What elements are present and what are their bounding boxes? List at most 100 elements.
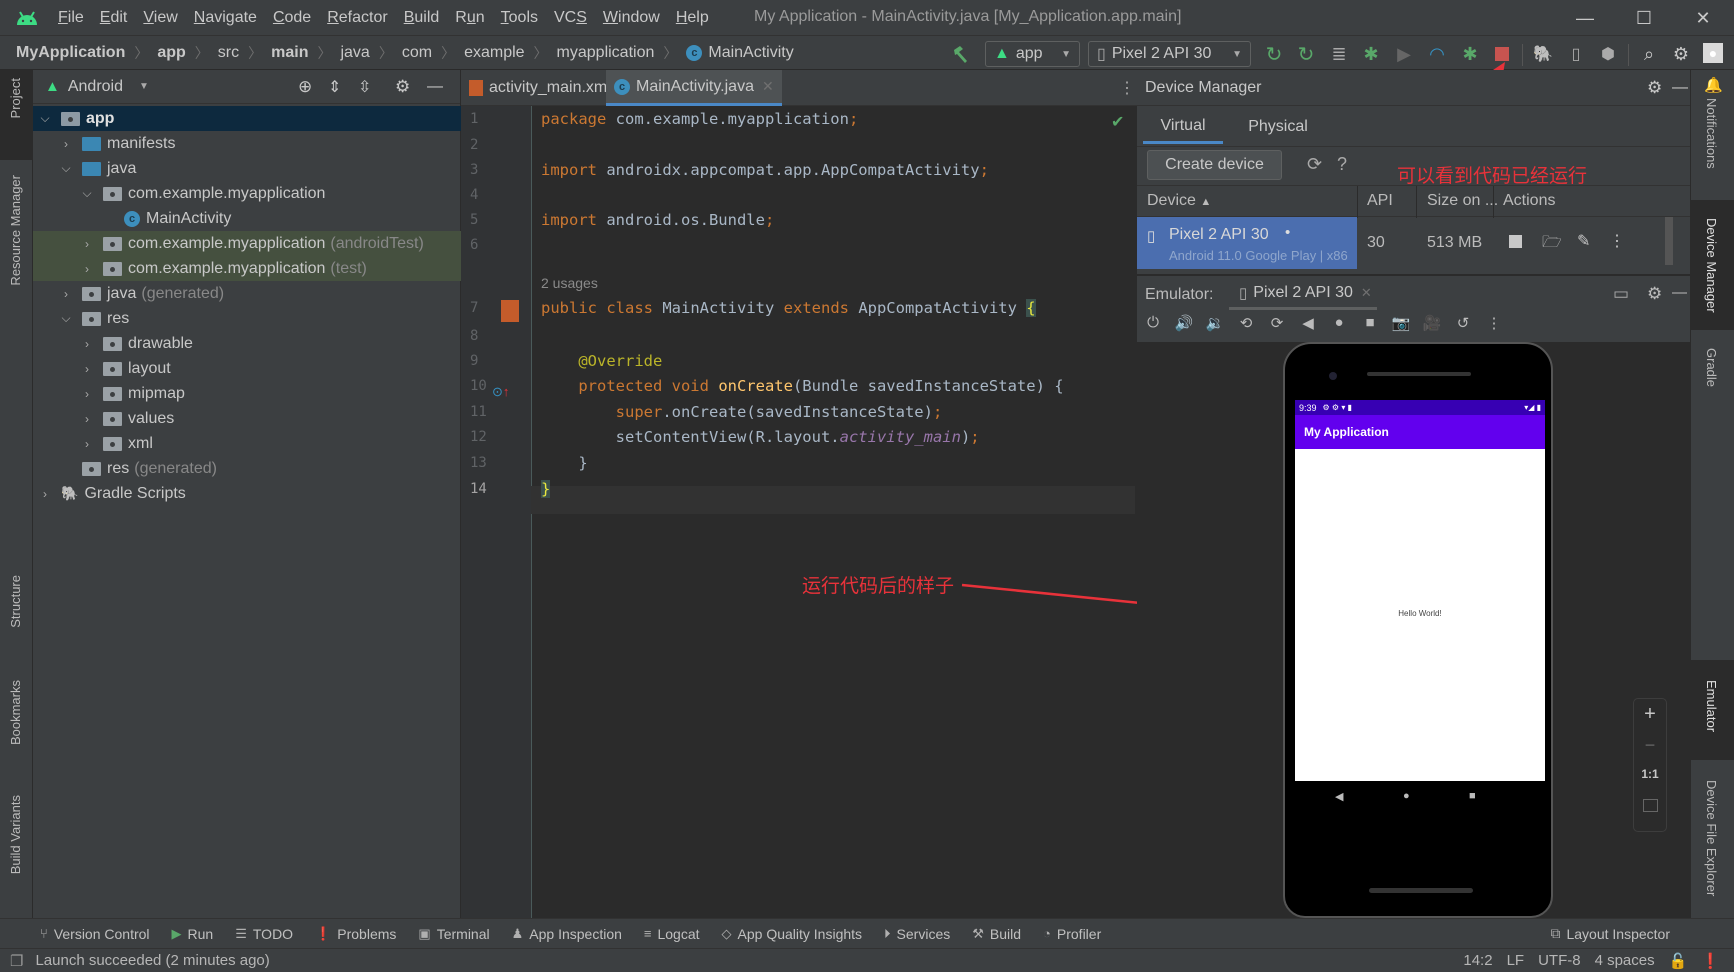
column-size[interactable]: Size on ... bbox=[1427, 192, 1498, 210]
tool-logcat[interactable]: ≡ Logcat bbox=[644, 926, 700, 942]
scrollbar[interactable] bbox=[1665, 217, 1673, 265]
menu-file[interactable]: File bbox=[58, 9, 84, 27]
zoom-actual-size-button[interactable]: 1:1 bbox=[1634, 767, 1666, 781]
hide-icon[interactable]: — bbox=[1672, 79, 1688, 97]
hammer-icon[interactable] bbox=[950, 43, 972, 65]
menu-tools[interactable]: Tools bbox=[501, 9, 538, 27]
chevron-down-icon[interactable]: ⌵ bbox=[60, 311, 72, 326]
menu-window[interactable]: Window bbox=[603, 9, 660, 27]
project-view-selector[interactable]: Android bbox=[68, 78, 123, 96]
menu-edit[interactable]: Edit bbox=[100, 9, 128, 27]
menu-build[interactable]: Build bbox=[404, 9, 440, 27]
power-icon[interactable]: ⏻ bbox=[1143, 314, 1163, 332]
device-row[interactable]: ▯ Pixel 2 API 30 • Android 11.0 Google P… bbox=[1137, 217, 1690, 269]
gear-icon[interactable]: ⚙ bbox=[1647, 284, 1662, 304]
chevron-right-icon[interactable]: › bbox=[81, 387, 93, 401]
breadcrumb-item[interactable]: java bbox=[340, 44, 369, 62]
tree-item[interactable]: › values bbox=[33, 406, 461, 431]
tab-project[interactable]: Project bbox=[8, 78, 23, 118]
code-line[interactable]: @Override bbox=[541, 352, 662, 370]
tree-item[interactable]: ⌵ app bbox=[33, 106, 461, 131]
override-marker-icon[interactable]: ⊙↑ bbox=[492, 384, 509, 400]
debug-icon[interactable]: ✱ bbox=[1360, 43, 1382, 65]
chevron-down-icon[interactable]: ⌵ bbox=[81, 186, 93, 201]
tool-todo[interactable]: ☰ TODO bbox=[235, 926, 293, 942]
tree-item[interactable]: › com.example.myapplication (test) bbox=[33, 256, 461, 281]
tool-run[interactable]: ▶ Run bbox=[172, 926, 214, 942]
apply-changes-restart-icon[interactable]: ↻ bbox=[1263, 43, 1285, 66]
tab-gradle[interactable]: Gradle bbox=[1704, 348, 1719, 387]
tab-main-activity-java[interactable]: c MainActivity.java ✕ bbox=[606, 70, 782, 106]
tree-item[interactable]: › manifests bbox=[33, 131, 461, 156]
home-icon[interactable]: ● bbox=[1329, 314, 1349, 332]
avatar[interactable]: ● bbox=[1703, 43, 1723, 63]
status-message[interactable]: Launch succeeded (2 minutes ago) bbox=[35, 952, 269, 969]
emulator-tab[interactable]: ▯ Pixel 2 API 30 ✕ bbox=[1229, 278, 1377, 310]
code-line[interactable]: public class MainActivity extends AppCom… bbox=[541, 299, 1036, 317]
tab-bookmarks[interactable]: Bookmarks bbox=[8, 680, 23, 745]
tree-item[interactable]: › drawable bbox=[33, 331, 461, 356]
code-line[interactable]: package com.example.myapplication; bbox=[541, 110, 858, 128]
tool-services[interactable]: ⏵ Services bbox=[884, 926, 950, 942]
breadcrumb-item[interactable]: MyApplication bbox=[16, 44, 125, 62]
chevron-right-icon[interactable]: › bbox=[60, 137, 72, 151]
menu-refactor[interactable]: Refactor bbox=[327, 9, 387, 27]
line-separator[interactable]: LF bbox=[1507, 952, 1525, 969]
gear-icon[interactable]: ⚙ bbox=[1647, 78, 1662, 98]
run-config-dropdown[interactable]: ▲ app ▼ bbox=[985, 41, 1080, 67]
tab-device-manager[interactable]: Device Manager bbox=[1704, 218, 1719, 313]
stop-device-icon[interactable] bbox=[1509, 235, 1522, 248]
open-folder-icon[interactable]: 🗁 bbox=[1542, 231, 1562, 258]
chevron-right-icon[interactable]: › bbox=[81, 437, 93, 451]
tab-device-file-explorer[interactable]: Device File Explorer bbox=[1704, 780, 1719, 896]
column-device[interactable]: Device ▲ bbox=[1147, 192, 1211, 210]
rotate-right-icon[interactable]: ⟳ bbox=[1267, 314, 1287, 332]
tool-problems[interactable]: ❗ Problems bbox=[315, 926, 396, 942]
event-log-icon[interactable]: ❗ bbox=[1701, 952, 1720, 970]
lock-icon[interactable]: 🔓 bbox=[1669, 952, 1688, 970]
tab-emulator[interactable]: Emulator bbox=[1704, 680, 1719, 732]
zoom-out-button[interactable]: − bbox=[1634, 735, 1666, 756]
code-line[interactable]: } bbox=[541, 454, 587, 472]
tab-notifications[interactable]: Notifications bbox=[1704, 98, 1719, 169]
help-icon[interactable]: ? bbox=[1337, 154, 1347, 175]
menu-view[interactable]: View bbox=[143, 9, 177, 27]
chevron-down-icon[interactable]: ⌵ bbox=[60, 161, 72, 176]
breadcrumb-item[interactable]: example bbox=[464, 44, 524, 62]
maximize-button[interactable]: ☐ bbox=[1629, 6, 1659, 30]
layout-inspector-button[interactable]: ⧉ Layout Inspector bbox=[1550, 925, 1670, 942]
tree-item[interactable]: ⌵ res bbox=[33, 306, 461, 331]
expand-all-icon[interactable]: ⇕ bbox=[328, 77, 341, 97]
minimize-button[interactable]: — bbox=[1570, 6, 1600, 30]
menu-code[interactable]: Code bbox=[273, 9, 311, 27]
code-line[interactable]: import androidx.appcompat.app.AppCompatA… bbox=[541, 161, 989, 179]
tree-item[interactable]: › java (generated) bbox=[33, 281, 461, 306]
collapse-all-icon[interactable]: ⇳ bbox=[358, 77, 371, 97]
layout-marker-icon[interactable] bbox=[501, 300, 519, 322]
tree-item[interactable]: › mipmap bbox=[33, 381, 461, 406]
caret-position[interactable]: 14:2 bbox=[1463, 952, 1492, 969]
tree-item[interactable]: c MainActivity bbox=[33, 206, 461, 231]
back-icon[interactable]: ◀ bbox=[1298, 314, 1318, 332]
zoom-fit-icon[interactable] bbox=[1643, 799, 1658, 812]
chevron-right-icon[interactable]: › bbox=[60, 287, 72, 301]
code-line[interactable]: protected void onCreate(Bundle savedInst… bbox=[541, 377, 1063, 395]
settings-icon[interactable]: ⚙ bbox=[1670, 43, 1692, 65]
chevron-right-icon[interactable]: › bbox=[81, 337, 93, 351]
tree-item[interactable]: › 🐘 Gradle Scripts bbox=[33, 481, 461, 506]
tree-item[interactable]: res (generated) bbox=[33, 456, 461, 481]
tab-virtual[interactable]: Virtual bbox=[1143, 110, 1223, 144]
breadcrumb-item[interactable]: com bbox=[402, 44, 432, 62]
coverage-icon[interactable]: ▶ bbox=[1393, 43, 1415, 65]
tool-app-quality-insights[interactable]: ◇ App Quality Insights bbox=[722, 926, 863, 942]
file-encoding[interactable]: UTF-8 bbox=[1538, 952, 1581, 969]
menu-help[interactable]: Help bbox=[676, 9, 709, 27]
tree-item[interactable]: › xml bbox=[33, 431, 461, 456]
menu-vcs[interactable]: VCS bbox=[554, 9, 587, 27]
phone-back-button[interactable]: ◀ bbox=[1335, 790, 1343, 803]
breadcrumb-item[interactable]: myapplication bbox=[557, 44, 655, 62]
phone-overview-button[interactable]: ■ bbox=[1469, 790, 1476, 802]
sdk-manager-icon[interactable]: ⬢ bbox=[1597, 43, 1619, 65]
locate-icon[interactable]: ⊕ bbox=[298, 77, 312, 97]
indent-setting[interactable]: 4 spaces bbox=[1595, 952, 1655, 969]
